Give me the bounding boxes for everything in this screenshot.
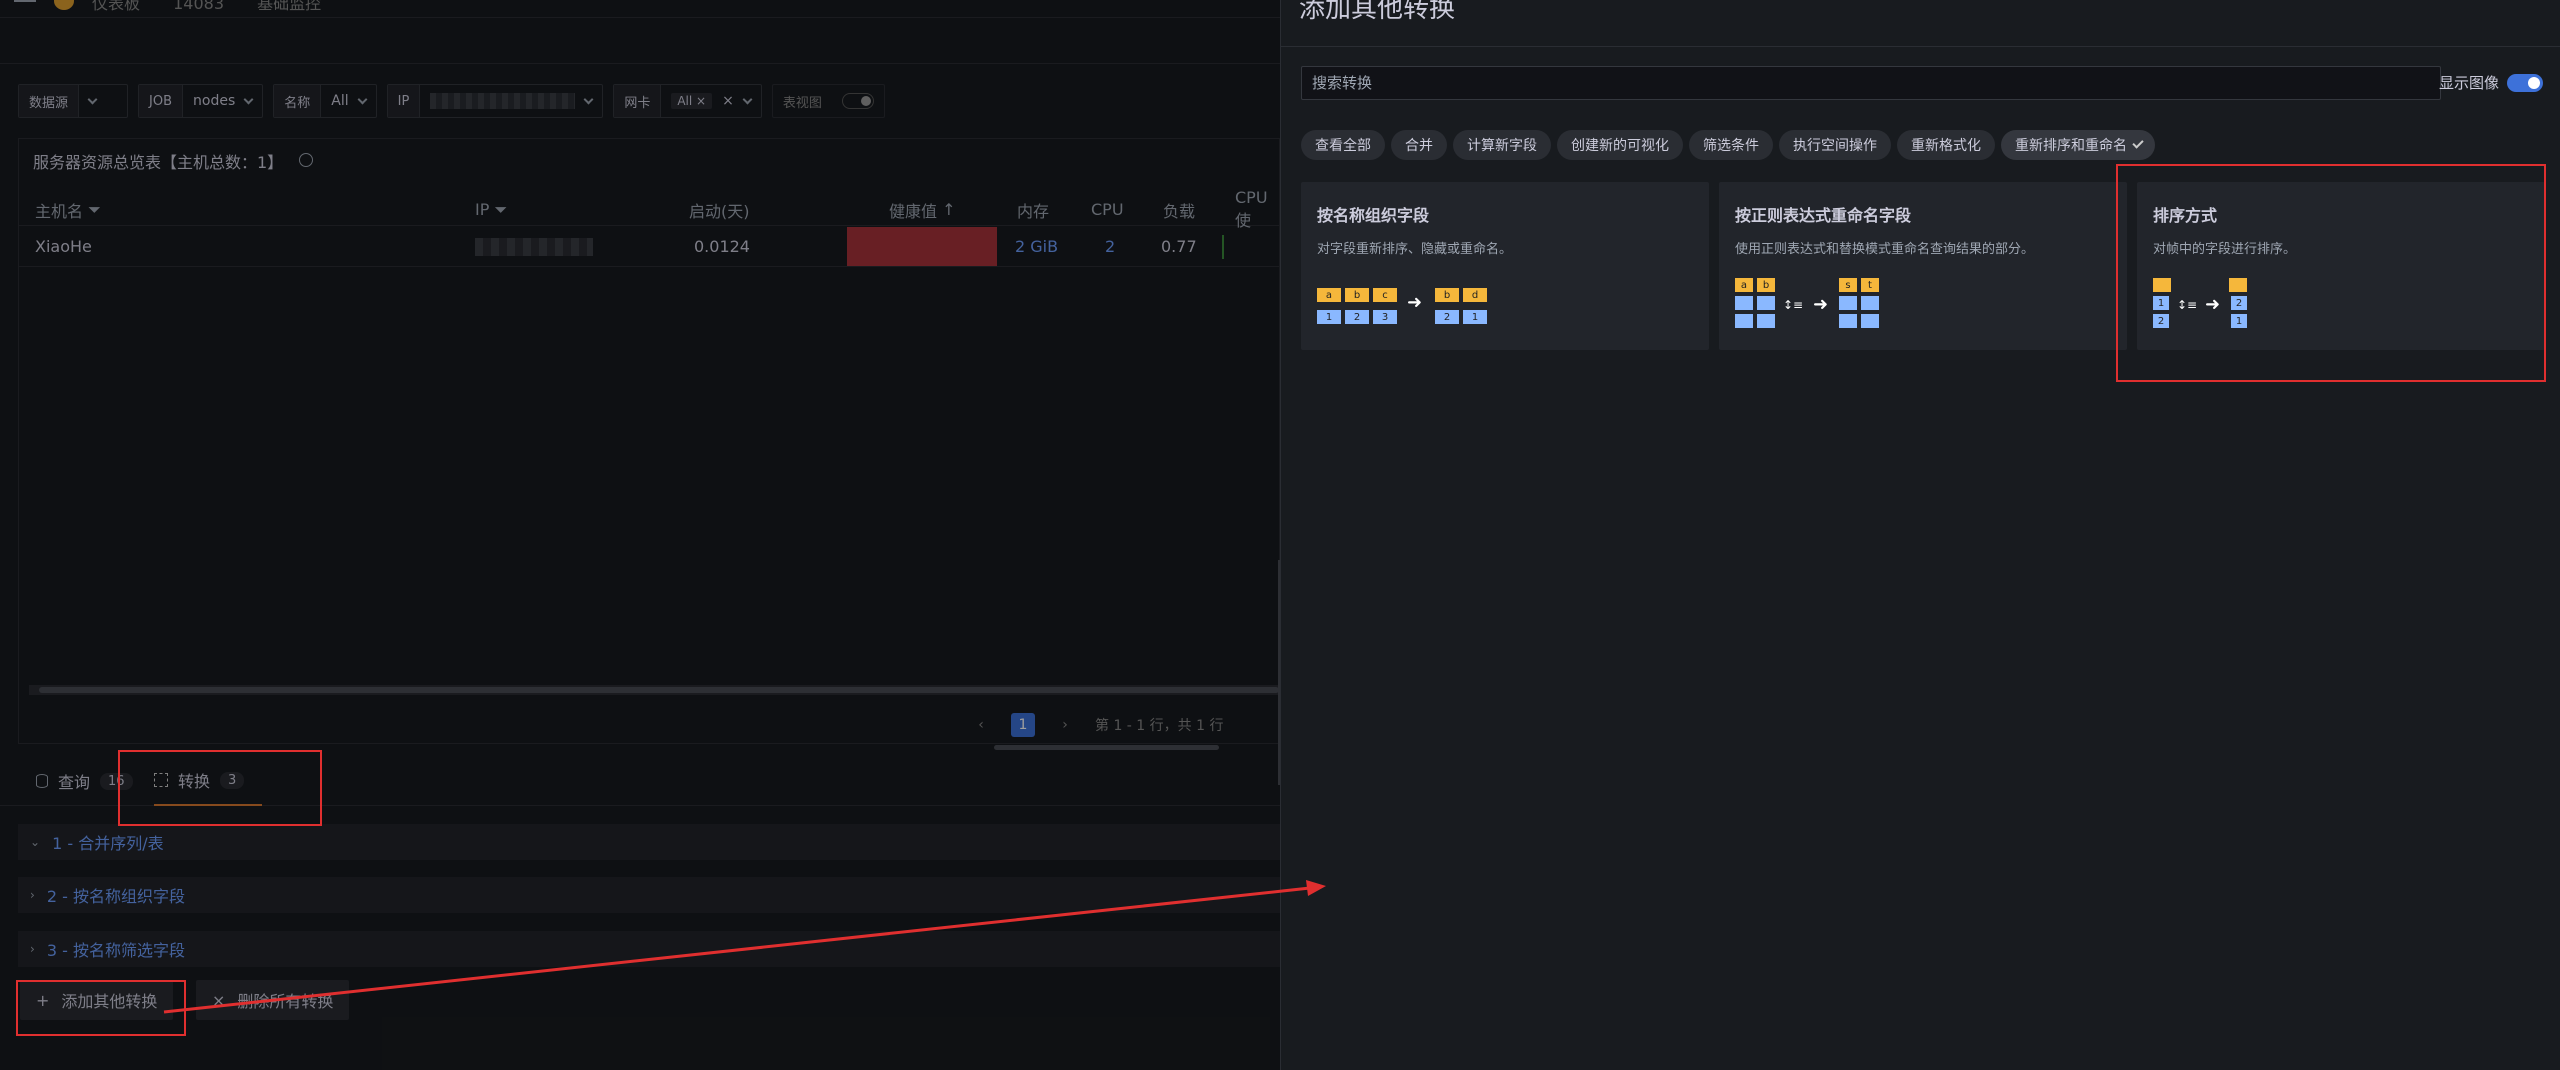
annotation-arrow-line xyxy=(163,886,1311,1014)
annotation-arrow-head xyxy=(1306,880,1326,896)
annotation-arrow xyxy=(163,880,1326,1014)
